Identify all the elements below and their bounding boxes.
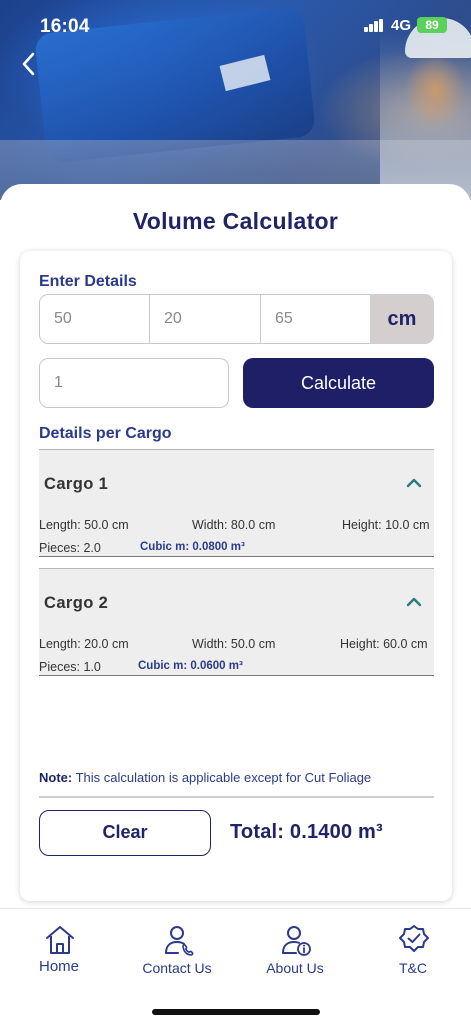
unit-selector[interactable]: cm <box>370 294 434 344</box>
height-input[interactable]: 65 <box>261 294 371 344</box>
chevron-up-icon[interactable] <box>404 593 424 609</box>
home-indicator <box>152 1009 320 1015</box>
page-title: Volume Calculator <box>132 208 339 234</box>
cargo-cubic: Cubic m: 0.0600 m³ <box>138 660 243 672</box>
divider <box>39 796 434 798</box>
tab-terms[interactable]: T&C <box>354 909 471 989</box>
total-volume: Total: 0.1400 m³ <box>230 821 383 843</box>
length-input[interactable]: 50 <box>39 294 150 344</box>
tab-contact-us[interactable]: Contact Us <box>118 909 236 989</box>
back-button[interactable] <box>18 50 42 78</box>
network-type: 4G <box>391 17 412 34</box>
home-icon <box>46 926 74 954</box>
cargo-item[interactable]: Cargo 1 Length: 50.0 cm Width: 80.0 cm H… <box>39 449 434 557</box>
cargo-name: Cargo 2 <box>44 594 109 612</box>
status-bar: 16:04 4G 89 <box>0 0 471 52</box>
tab-home-label: Home <box>38 958 79 975</box>
cargo-pieces: Pieces: 1.0 <box>39 660 101 674</box>
signal-icon <box>364 19 384 32</box>
bottom-tab-bar: Home Contact Us About Us T&C <box>0 908 471 1024</box>
cargo-item[interactable]: Cargo 2 Length: 20.0 cm Width: 50.0 cm H… <box>39 568 434 676</box>
cargo-pieces: Pieces: 2.0 <box>39 541 101 555</box>
cargo-length: Length: 20.0 cm <box>39 637 129 651</box>
cargo-width: Width: 50.0 cm <box>192 637 276 651</box>
tab-about-us[interactable]: About Us <box>236 909 354 989</box>
width-input[interactable]: 20 <box>150 294 261 344</box>
tab-home[interactable]: Home <box>0 909 118 989</box>
pieces-input[interactable]: 1 <box>39 358 229 408</box>
cargo-width: Width: 80.0 cm <box>192 518 276 532</box>
cargo-height: Height: 60.0 cm <box>340 637 428 651</box>
about-person-info-icon <box>282 926 311 956</box>
tab-contact-us-label: Contact Us <box>142 960 212 976</box>
note: Note: This calculation is applicable exc… <box>39 770 371 785</box>
clear-button[interactable]: Clear <box>39 810 211 856</box>
chevron-up-icon[interactable] <box>404 474 424 490</box>
tab-about-us-label: About Us <box>266 960 324 976</box>
chevron-left-icon <box>22 52 35 76</box>
note-text: This calculation is applicable except fo… <box>75 770 372 785</box>
badge-check-icon <box>399 925 429 952</box>
battery-icon: 89 <box>417 17 447 33</box>
cargo-cubic: Cubic m: 0.0800 m³ <box>140 541 245 553</box>
calculate-button[interactable]: Calculate <box>243 358 434 408</box>
tab-terms-label: T&C <box>399 960 427 976</box>
cargo-name: Cargo 1 <box>44 475 109 493</box>
cargo-height: Height: 10.0 cm <box>342 518 430 532</box>
cargo-length: Length: 50.0 cm <box>39 518 129 532</box>
note-label: Note: <box>39 770 73 785</box>
details-per-cargo-label: Details per Cargo <box>39 425 172 442</box>
status-time: 16:04 <box>40 16 90 37</box>
enter-details-label: Enter Details <box>39 273 137 290</box>
contact-person-icon <box>165 926 194 956</box>
